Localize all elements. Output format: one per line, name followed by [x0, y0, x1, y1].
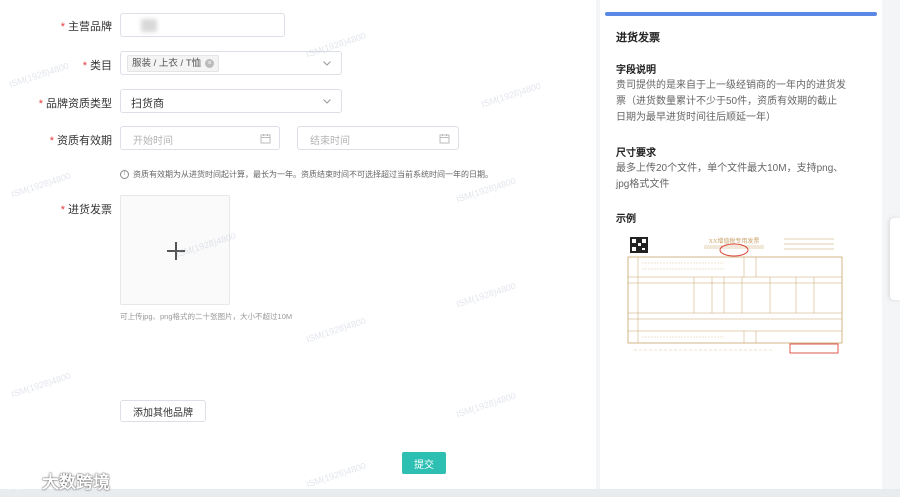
chevron-down-icon: [323, 61, 331, 66]
end-date-input[interactable]: 结束时间: [297, 126, 459, 150]
watermark: ISM(1928)4800: [454, 390, 518, 420]
brand-input[interactable]: [120, 13, 285, 37]
info-icon: !: [120, 170, 129, 179]
help-side-panel: 进货发票 字段说明 贵司提供的是来自于上一级经销商的一年内的进货发票（进货数量累…: [600, 0, 882, 489]
size-heading: 尺寸要求: [616, 148, 656, 159]
invoice-label: * 进货发票: [60, 204, 112, 216]
form-panel: * 主营品牌 * 类目 服装 / 上衣 / T恤 × * 品牌资质类型 扫货商 * 资质有…: [0, 0, 596, 489]
watermark: ISM(1928)4800: [304, 315, 368, 345]
bottom-strip: [0, 489, 900, 497]
qualification-label: * 品牌资质类型: [38, 98, 112, 110]
size-text: 最多上传20个文件，单个文件最大10M，支持png、jpg格式文件: [616, 163, 844, 190]
invoice-upload-area[interactable]: [120, 195, 230, 305]
brand-logo: 大数跨境: [6, 468, 110, 493]
add-brand-button[interactable]: 添加其他品牌: [120, 400, 206, 422]
start-date-input[interactable]: 开始时间: [120, 126, 280, 150]
validity-tip: ! 资质有效期为从进货时间起计算，最长为一年。资质结束时间不可选择超过当前系统时间…: [120, 169, 493, 180]
example-heading: 示例: [616, 214, 636, 225]
category-label: * 类目: [82, 60, 112, 72]
chevron-down-icon: [323, 99, 331, 104]
category-select[interactable]: 服装 / 上衣 / T恤 ×: [120, 51, 342, 75]
logo-icon: [7, 471, 36, 489]
qualification-select[interactable]: 扫货商: [120, 89, 342, 113]
submit-button[interactable]: 提交: [402, 452, 446, 474]
field-desc-text: 贵司提供的是来自于上一级经销商的一年内的进货发票（进货数量累计不少于50件，资质…: [616, 80, 846, 123]
calendar-icon: [439, 134, 450, 144]
field-desc-heading: 字段说明: [616, 65, 656, 76]
logo-text: 大数跨境: [42, 473, 110, 492]
watermark: ISM(1928)4800: [454, 280, 518, 310]
watermark: ISM(1928)4800: [9, 370, 73, 400]
brand-value-blurred: [141, 19, 157, 32]
tag-close-icon[interactable]: ×: [205, 59, 215, 68]
brand-label: * 主营品牌: [60, 21, 112, 33]
calendar-icon: [260, 134, 271, 144]
upload-hint: 可上传jpg、png格式的二十张图片，大小不超过10M: [120, 312, 293, 321]
side-title: 进货发票: [616, 32, 660, 44]
plus-icon: [175, 242, 177, 260]
qr-code-icon: [630, 237, 648, 253]
qualification-value: 扫货商: [131, 98, 164, 110]
watermark: ISM(1928)4800: [9, 170, 73, 200]
start-date-placeholder: 开始时间: [133, 136, 173, 147]
validity-label: * 资质有效期: [49, 135, 112, 147]
side-drawer-tab[interactable]: [890, 218, 900, 300]
end-date-placeholder: 结束时间: [310, 136, 350, 147]
watermark: ISM(1928)4800: [304, 460, 368, 490]
accent-bar: [605, 12, 877, 16]
category-tag: 服装 / 上衣 / T恤 ×: [127, 55, 220, 72]
invoice-example-image: XX增值税专用发票: [624, 233, 846, 356]
watermark: ISM(1928)4800: [479, 80, 543, 110]
